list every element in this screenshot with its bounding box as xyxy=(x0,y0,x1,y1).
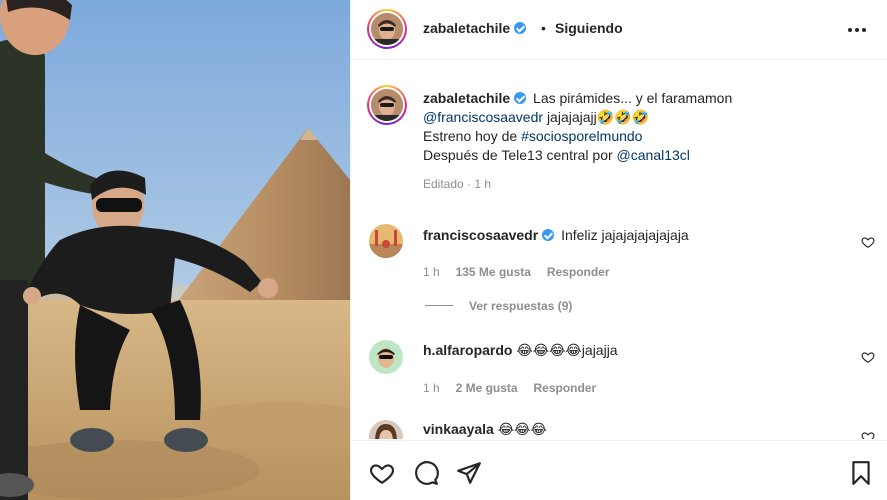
reply-button[interactable]: Responder xyxy=(547,265,610,279)
view-replies-line xyxy=(425,305,453,306)
caption-text-3: Estreno hoy de xyxy=(423,128,522,144)
video-frame xyxy=(0,0,350,500)
comment-text: 😂😂😂 xyxy=(497,421,547,437)
comment-username[interactable]: vinkaayala xyxy=(423,421,494,437)
paper-plane-icon[interactable] xyxy=(456,460,482,486)
author-avatar[interactable] xyxy=(367,9,407,49)
verified-badge-icon xyxy=(514,22,527,34)
comment-icon[interactable] xyxy=(413,460,439,486)
comment-text: Infeliz jajajajajajajaja xyxy=(561,227,689,243)
comment-like-heart-icon[interactable] xyxy=(861,235,875,249)
bookmark-icon[interactable] xyxy=(848,460,874,486)
comment-time: 1 h xyxy=(423,381,440,395)
heart-icon[interactable] xyxy=(369,460,395,486)
caption-meta: Editado · 1 h xyxy=(423,177,492,191)
comment-username[interactable]: franciscosaavedr xyxy=(423,227,538,243)
author-username[interactable]: zabaletachile xyxy=(423,20,527,36)
more-options-icon[interactable] xyxy=(848,22,866,38)
mention-link[interactable]: @franciscosaavedr xyxy=(423,109,543,125)
commenter-avatar[interactable] xyxy=(369,420,403,439)
avatar-photo xyxy=(371,89,403,121)
commenter-avatar[interactable] xyxy=(369,224,403,258)
avatar-photo xyxy=(371,13,403,45)
avatar-photo xyxy=(369,420,403,439)
caption-text-2: jajajajajj🤣🤣🤣 xyxy=(546,109,650,125)
comment-meta: 1 h 2 Me gusta Responder xyxy=(423,379,596,395)
comment: h.alfaropardo 😂😂😂😂jajajja xyxy=(423,341,618,360)
post-header: zabaletachile • Siguiendo xyxy=(351,0,887,60)
caption-username[interactable]: zabaletachile xyxy=(423,90,510,106)
verified-badge-icon xyxy=(514,92,527,104)
comment-like-heart-icon[interactable] xyxy=(861,430,875,439)
caption: zabaletachile Las pirámides... y el fara… xyxy=(423,89,732,191)
following-button[interactable]: Siguiendo xyxy=(555,20,623,36)
mention-link-2[interactable]: @canal13cl xyxy=(617,147,690,163)
comment: vinkaayala 😂😂😂 xyxy=(423,420,547,439)
caption-text-4: Después de Tele13 central por xyxy=(423,147,617,163)
caption-avatar[interactable] xyxy=(367,85,407,125)
comment-meta: 1 h 135 Me gusta Responder xyxy=(423,263,610,279)
post-modal: zabaletachile • Siguiendo zabaletachile … xyxy=(0,0,887,500)
comments-list[interactable]: zabaletachile Las pirámides... y el fara… xyxy=(351,61,887,439)
reply-button[interactable]: Responder xyxy=(533,381,596,395)
verified-badge-icon xyxy=(542,229,555,241)
comment-username[interactable]: h.alfaropardo xyxy=(423,342,512,358)
comment-likes[interactable]: 135 Me gusta xyxy=(456,265,531,279)
hashtag-link[interactable]: #sociosporelmundo xyxy=(521,128,642,144)
caption-text: Las pirámides... y el faramamon xyxy=(533,90,733,106)
comment-time: 1 h xyxy=(423,265,440,279)
avatar-photo xyxy=(369,340,403,374)
comment-likes[interactable]: 2 Me gusta xyxy=(456,381,518,395)
post-video[interactable] xyxy=(0,0,350,500)
comment-text: 😂😂😂😂jajajja xyxy=(516,342,618,358)
avatar-photo xyxy=(369,224,403,258)
comment-like-heart-icon[interactable] xyxy=(861,350,875,364)
separator-dot: • xyxy=(541,20,546,36)
commenter-avatar[interactable] xyxy=(369,340,403,374)
comment: franciscosaavedr Infeliz jajajajajajajaj… xyxy=(423,226,689,245)
view-replies-button[interactable]: Ver respuestas (9) xyxy=(469,299,572,313)
post-details-panel: zabaletachile • Siguiendo zabaletachile … xyxy=(350,0,887,500)
